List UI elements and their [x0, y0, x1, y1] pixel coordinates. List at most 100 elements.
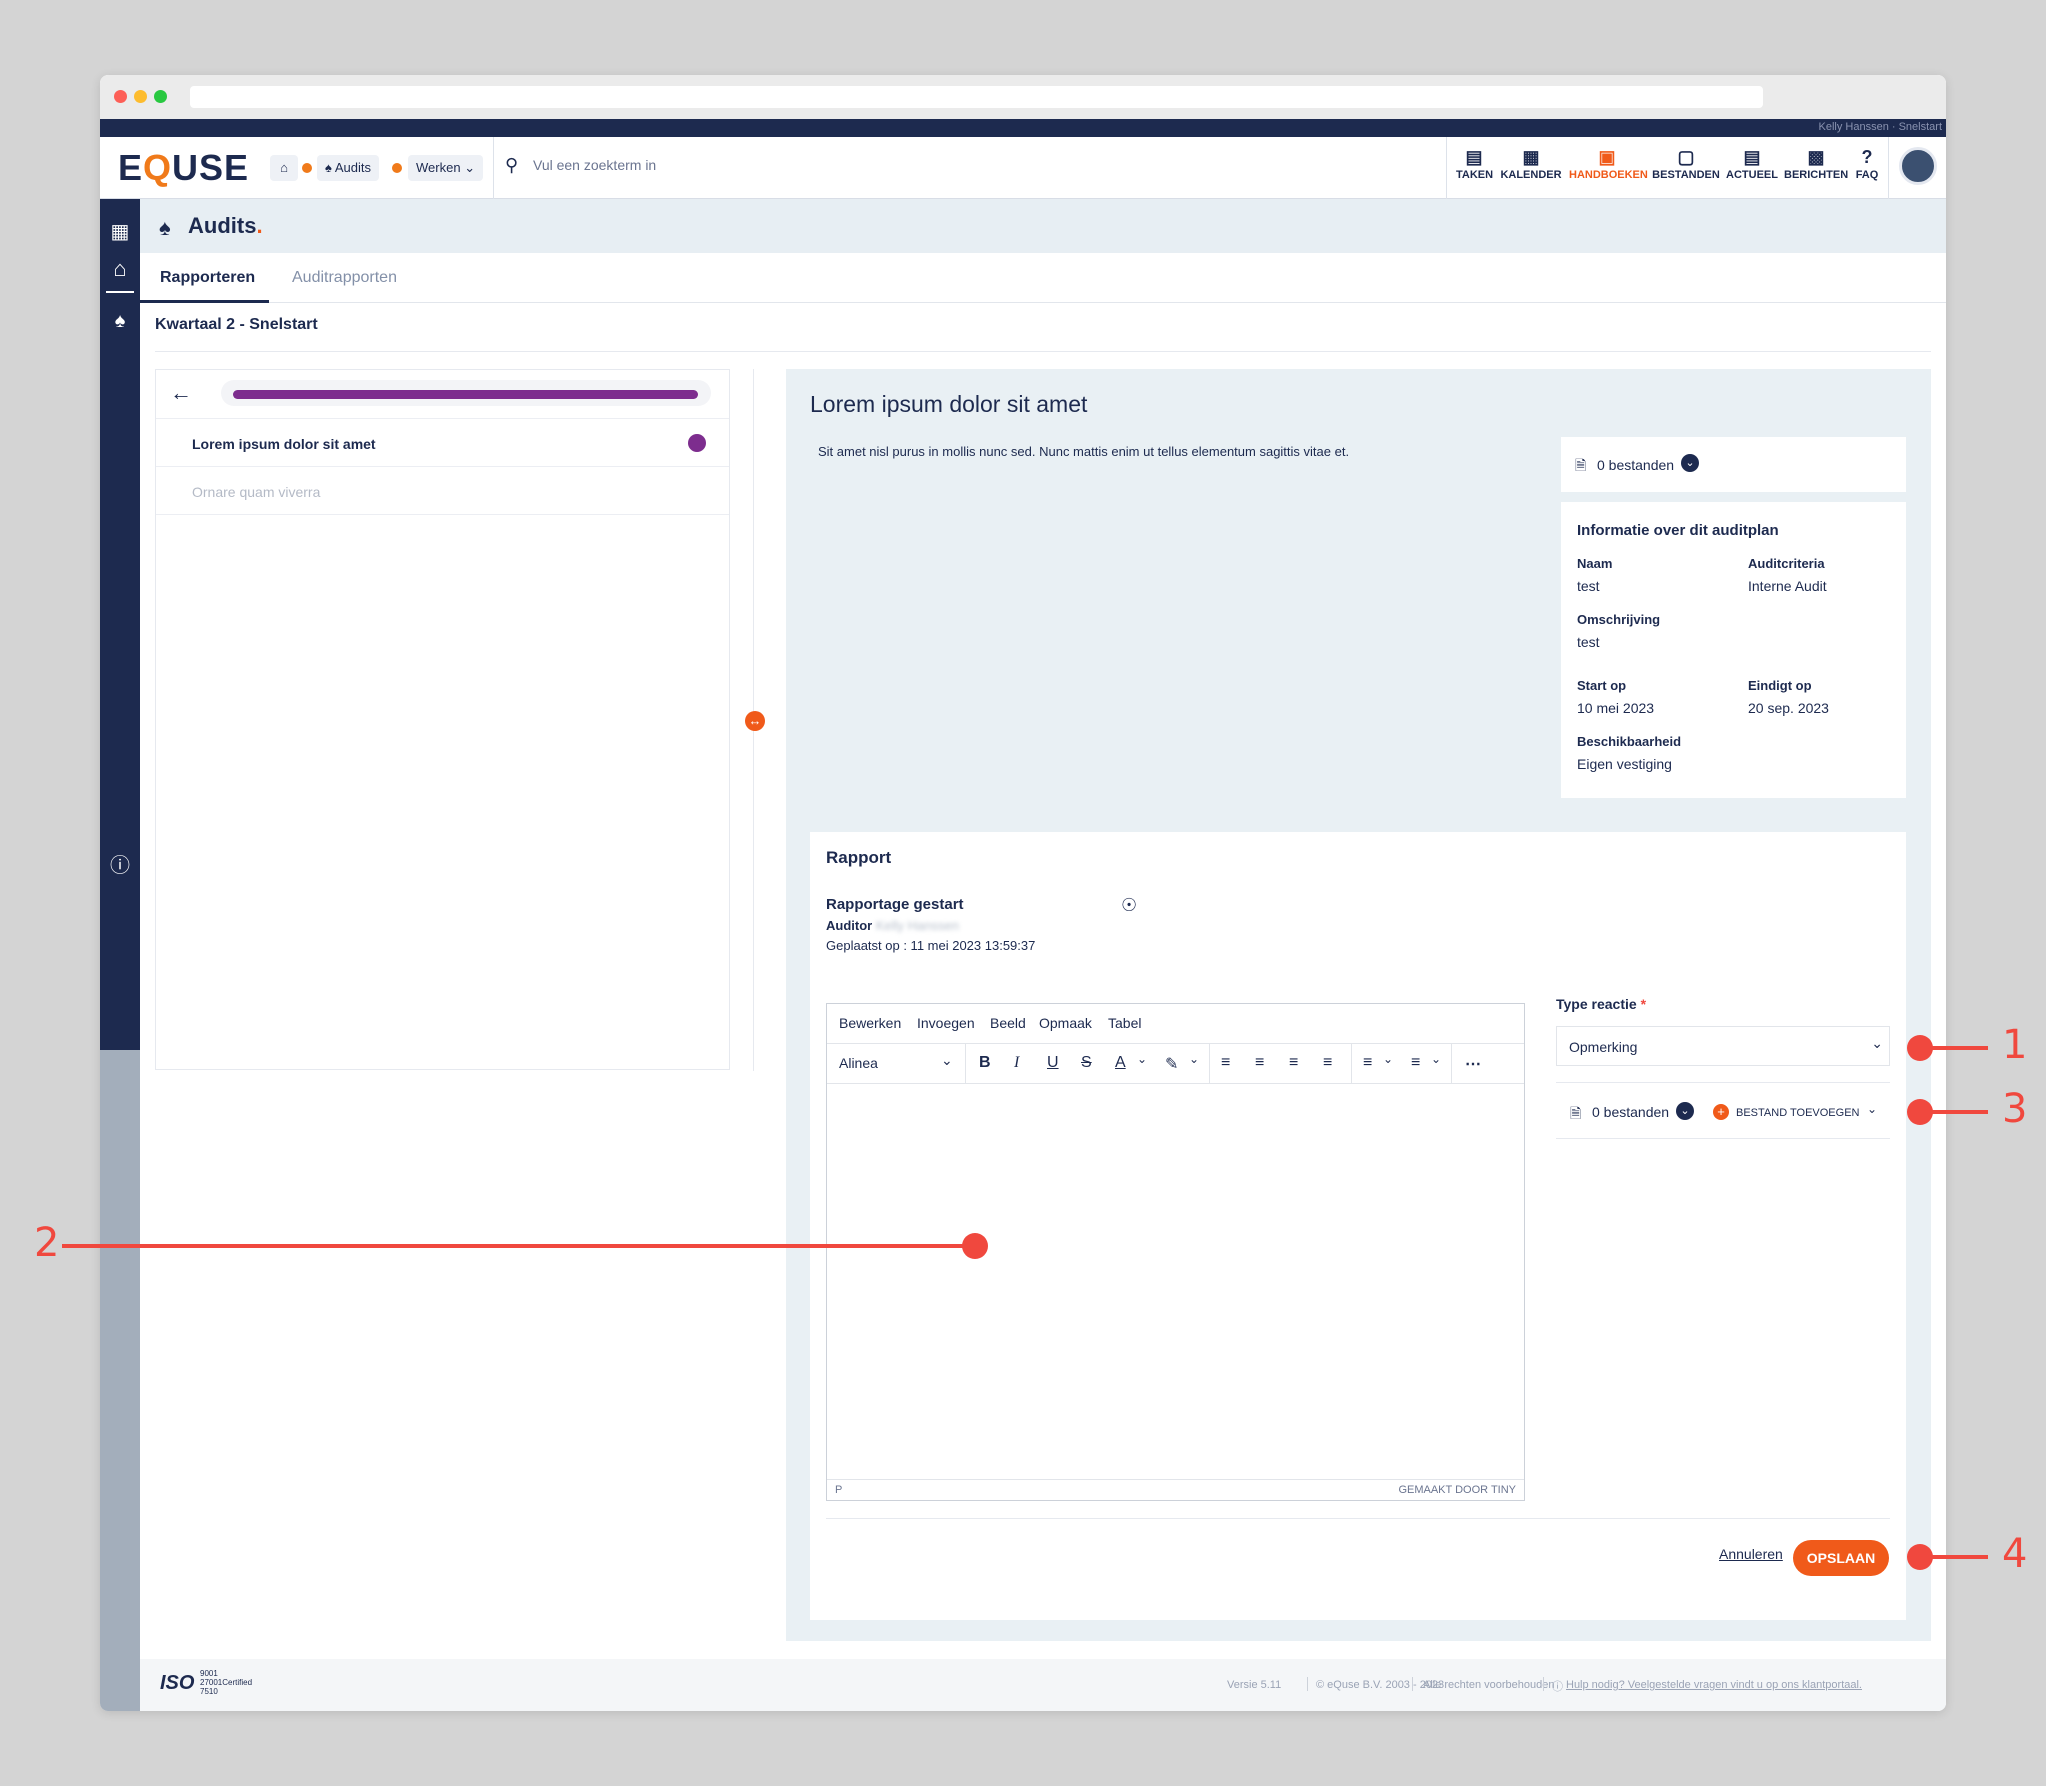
- type-reactie-select[interactable]: Opmerking ⌄: [1556, 1026, 1890, 1066]
- tiny-branding[interactable]: GEMAAKT DOOR TINY: [1398, 1484, 1516, 1496]
- breadcrumb-werken[interactable]: Werken ⌄: [408, 155, 484, 181]
- omschrijving-value: test: [1577, 634, 1600, 650]
- tab-rapporteren[interactable]: Rapporteren: [160, 269, 255, 287]
- nav-bestanden-label: BESTANDEN: [1652, 169, 1720, 181]
- question-list-panel: ← Lorem ipsum dolor sit amet Ornare quam…: [155, 369, 730, 1070]
- page-title: Audits.: [188, 213, 263, 238]
- nav-kalender[interactable]: ▦ KALENDER: [1500, 145, 1562, 181]
- help-icon[interactable]: ⓘ: [100, 849, 140, 878]
- attachments-card: 🗎 0 bestanden ⌄: [1561, 437, 1906, 492]
- divider: [826, 1518, 1890, 1519]
- stamp-icon[interactable]: ♠: [100, 310, 140, 333]
- add-circle-icon[interactable]: +: [1713, 1104, 1729, 1120]
- audit-info-card: Informatie over dit auditplan Naam test …: [1561, 502, 1906, 798]
- eind-label: Eindigt op: [1748, 678, 1812, 693]
- help-link[interactable]: Hulp nodig? Veelgestelde vragen vindt u …: [1566, 1679, 1862, 1691]
- divider: [1446, 137, 1447, 199]
- minimize-dot-icon[interactable]: [134, 90, 147, 103]
- criteria-value: Interne Audit: [1748, 578, 1827, 594]
- italic-icon[interactable]: I: [1014, 1054, 1019, 1072]
- arrow-left-icon[interactable]: ←: [170, 380, 192, 406]
- text-color-icon[interactable]: A: [1115, 1054, 1126, 1072]
- chevron-down-icon: ⌄: [1871, 1035, 1883, 1051]
- target-icon[interactable]: ☉: [1121, 895, 1137, 916]
- placed-timestamp: Geplaatst op : 11 mei 2023 13:59:37: [826, 938, 1036, 953]
- align-justify-icon[interactable]: ≡: [1323, 1054, 1332, 1072]
- stamp-icon: ♠: [325, 160, 332, 175]
- file-icon: 🗎: [1570, 1105, 1582, 1121]
- menu-bewerken[interactable]: Bewerken: [839, 1015, 901, 1031]
- chevron-down-circle-icon[interactable]: ⌄: [1681, 454, 1699, 472]
- question-description: Sit amet nisl purus in mollis nunc sed. …: [818, 444, 1350, 459]
- callout-line: [62, 1244, 972, 1248]
- highlight-icon[interactable]: ✎: [1165, 1054, 1178, 1074]
- apps-grid-icon[interactable]: ▦: [100, 219, 140, 244]
- editor-body[interactable]: [827, 1084, 1524, 1479]
- question-icon: ?: [1861, 147, 1873, 167]
- block-format-select[interactable]: Alinea: [839, 1055, 878, 1071]
- version: Versie 5.11: [1227, 1679, 1282, 1691]
- maximize-dot-icon[interactable]: [154, 90, 167, 103]
- callout-marker: [1907, 1544, 1933, 1570]
- chevron-down-icon: ⌄: [464, 160, 476, 175]
- nav-taken[interactable]: ▤ TAKEN: [1456, 145, 1493, 181]
- user-strip-text: Kelly Hanssen · Snelstart: [1818, 121, 1943, 133]
- start-label: Start op: [1577, 678, 1627, 693]
- list-item[interactable]: Lorem ipsum dolor sit amet: [192, 436, 376, 452]
- main-content: Lorem ipsum dolor sit amet ‹ › Sit amet …: [786, 369, 1931, 1641]
- avatar[interactable]: [1899, 147, 1937, 185]
- bold-icon[interactable]: B: [979, 1054, 991, 1072]
- search-input[interactable]: Vul een zoekterm in: [533, 157, 656, 173]
- beschikbaar-label: Beschikbaarheid: [1577, 734, 1682, 749]
- sidebar-bottom: [100, 1050, 140, 1711]
- editor-menubar: Bewerken Invoegen Beeld Opmaak Tabel: [827, 1004, 1524, 1044]
- close-dot-icon[interactable]: [114, 90, 127, 103]
- home-icon[interactable]: ⌂: [270, 155, 298, 181]
- search-icon[interactable]: ⚲: [505, 155, 518, 176]
- nav-faq[interactable]: ? FAQ: [1854, 145, 1880, 181]
- clipboard-icon: ▤: [1465, 147, 1483, 167]
- chevron-right-icon: [392, 163, 402, 173]
- list-item[interactable]: Ornare quam viverra: [192, 484, 320, 500]
- type-reactie-value: Opmerking: [1569, 1039, 1638, 1055]
- menu-tabel[interactable]: Tabel: [1108, 1015, 1141, 1031]
- align-left-icon[interactable]: ≡: [1221, 1054, 1230, 1072]
- page-titlebar: ♠ Audits.: [140, 199, 1946, 253]
- divider: [1307, 1677, 1308, 1691]
- callout-number-4: 4: [2002, 1531, 2028, 1577]
- report-files-count: 0 bestanden: [1592, 1104, 1670, 1120]
- home-icon[interactable]: ⌂: [100, 256, 140, 282]
- breadcrumb-werken-label: Werken: [416, 160, 461, 175]
- menu-opmaak[interactable]: Opmaak: [1039, 1015, 1092, 1031]
- nav-handboeken[interactable]: ▣ HANDBOEKEN: [1569, 145, 1648, 181]
- chevron-down-circle-icon[interactable]: ⌄: [1676, 1102, 1694, 1120]
- align-center-icon[interactable]: ≡: [1255, 1054, 1264, 1072]
- active-tab-underline: [140, 300, 269, 303]
- nav-berichten[interactable]: ▩ BERICHTEN: [1784, 145, 1848, 181]
- nav-bestanden[interactable]: ▢ BESTANDEN: [1652, 145, 1720, 181]
- cancel-button[interactable]: Annuleren: [1719, 1546, 1783, 1562]
- menu-invoegen[interactable]: Invoegen: [917, 1015, 975, 1031]
- align-right-icon[interactable]: ≡: [1289, 1054, 1298, 1072]
- eind-value: 20 sep. 2023: [1748, 700, 1829, 716]
- naam-value: test: [1577, 578, 1600, 594]
- footer: ISO 9001 27001Certified 7510 Versie 5.11…: [140, 1659, 1946, 1711]
- underline-icon[interactable]: U: [1047, 1054, 1059, 1072]
- breadcrumb-audits[interactable]: ♠ Audits: [317, 155, 379, 181]
- add-file-button[interactable]: BESTAND TOEVOEGEN: [1736, 1107, 1859, 1119]
- strikethrough-icon[interactable]: S: [1081, 1054, 1092, 1072]
- report-status: Rapportage gestart: [826, 896, 964, 913]
- nav-actueel[interactable]: ▤ ACTUEEL: [1726, 145, 1778, 181]
- equse-logo[interactable]: EQUSE: [118, 147, 249, 189]
- bullet-list-icon[interactable]: ≡: [1411, 1054, 1420, 1072]
- numbered-list-icon[interactable]: ≡: [1363, 1054, 1372, 1072]
- save-button[interactable]: OPSLAAN: [1793, 1540, 1889, 1576]
- info-title: Informatie over dit auditplan: [1577, 522, 1779, 539]
- menu-beeld[interactable]: Beeld: [990, 1015, 1026, 1031]
- rich-text-editor: Bewerken Invoegen Beeld Opmaak Tabel Ali…: [826, 1003, 1525, 1501]
- more-icon[interactable]: ⋯: [1465, 1054, 1481, 1074]
- tab-auditrapporten[interactable]: Auditrapporten: [292, 269, 397, 287]
- callout-number-1: 1: [2002, 1022, 2028, 1068]
- resize-handle-icon[interactable]: ↔: [745, 711, 765, 731]
- url-bar[interactable]: [190, 86, 1763, 108]
